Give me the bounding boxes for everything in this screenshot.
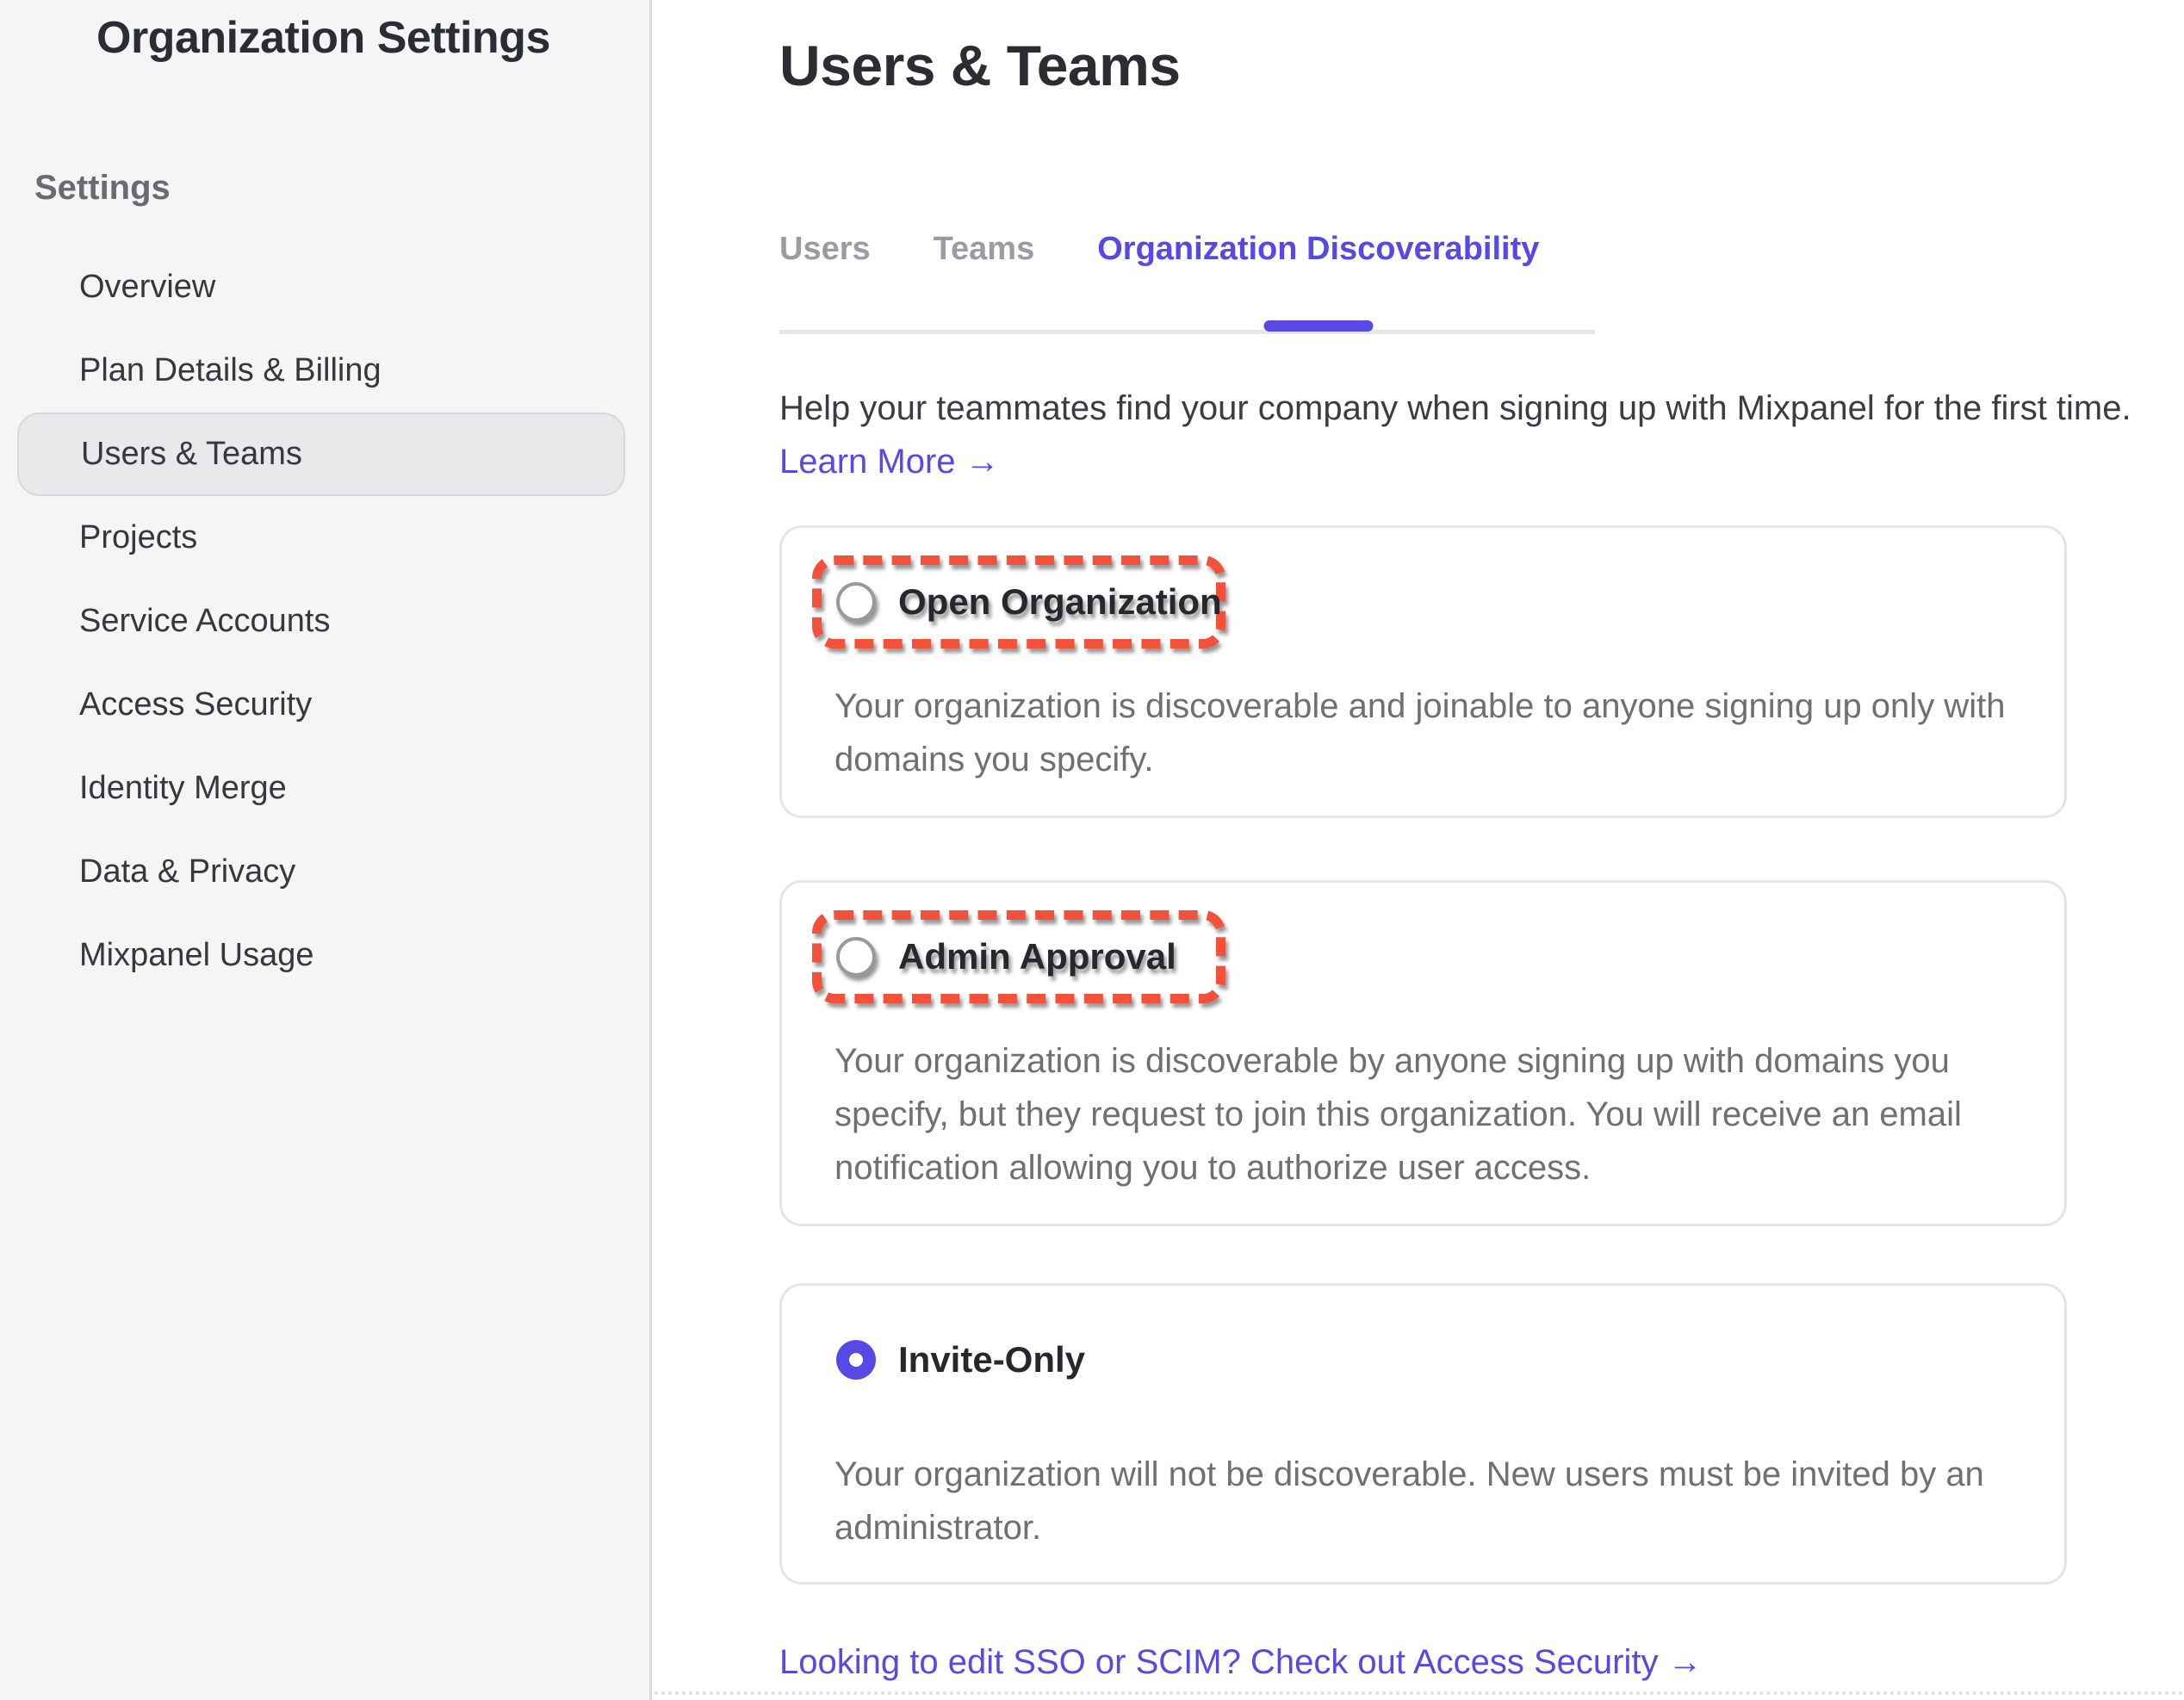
option-card-open-organization: Open Organization Your organization is d…	[779, 525, 2067, 818]
option-label-open-organization: Open Organization	[898, 581, 1222, 623]
intro-text: Help your teammates find your company wh…	[779, 389, 2131, 428]
sidebar-item-plan-details-billing[interactable]: Plan Details & Billing	[17, 329, 625, 413]
sidebar-item-overview[interactable]: Overview	[17, 245, 625, 329]
main-content: Users & Teams Users Teams Organization D…	[655, 0, 2184, 1700]
tab-organization-discoverability[interactable]: Organization Discoverability	[1097, 231, 1539, 267]
access-security-link[interactable]: Looking to edit SSO or SCIM? Check out A…	[779, 1643, 1703, 1682]
option-card-admin-approval: Admin Approval Your organization is disc…	[779, 880, 2067, 1226]
option-description-invite-only: Your organization will not be discoverab…	[835, 1448, 2057, 1554]
sidebar-item-access-security[interactable]: Access Security	[17, 663, 625, 747]
sidebar-nav: Overview Plan Details & Billing Users & …	[17, 245, 625, 997]
sidebar-item-identity-merge[interactable]: Identity Merge	[17, 747, 625, 830]
page-title: Users & Teams	[779, 33, 1181, 98]
learn-more-label: Learn More	[779, 443, 956, 481]
option-description-admin-approval: Your organization is discoverable by any…	[835, 1034, 2057, 1194]
sidebar-item-mixpanel-usage[interactable]: Mixpanel Usage	[17, 914, 625, 997]
active-tab-indicator	[1263, 320, 1373, 332]
annotation-box-open-organization: Open Organization	[812, 555, 1225, 648]
learn-more-link[interactable]: Learn More →	[779, 443, 1000, 481]
annotation-box-admin-approval: Admin Approval	[812, 910, 1225, 1003]
tab-organization-discoverability-label: Organization Discoverability	[1097, 231, 1539, 267]
sidebar-title: Organization Settings	[96, 12, 550, 64]
tab-bar: Users Teams Organization Discoverability	[779, 231, 1595, 334]
arrow-right-icon: →	[1668, 1643, 1703, 1681]
sidebar-item-service-accounts[interactable]: Service Accounts	[17, 580, 625, 663]
option-row-invite-only: Invite-Only	[836, 1339, 1085, 1380]
tab-teams[interactable]: Teams	[934, 231, 1035, 267]
tab-users[interactable]: Users	[779, 231, 871, 267]
access-security-link-label: Looking to edit SSO or SCIM? Check out A…	[779, 1643, 1658, 1681]
sidebar-item-users-teams[interactable]: Users & Teams	[17, 413, 625, 496]
sidebar-item-projects[interactable]: Projects	[17, 496, 625, 580]
clipped-bottom-divider	[655, 1691, 2184, 1695]
radio-open-organization[interactable]	[836, 582, 876, 622]
option-description-open-organization: Your organization is discoverable and jo…	[835, 679, 2057, 786]
radio-admin-approval[interactable]	[836, 937, 876, 977]
sidebar-section-label: Settings	[34, 169, 171, 208]
radio-invite-only[interactable]	[836, 1340, 876, 1380]
option-card-invite-only: Invite-Only Your organization will not b…	[779, 1283, 2067, 1585]
sidebar-item-data-privacy[interactable]: Data & Privacy	[17, 830, 625, 914]
option-label-invite-only: Invite-Only	[898, 1339, 1085, 1380]
arrow-right-icon: →	[965, 443, 1000, 481]
option-label-admin-approval: Admin Approval	[898, 936, 1176, 977]
sidebar: Organization Settings Settings Overview …	[0, 0, 652, 1700]
